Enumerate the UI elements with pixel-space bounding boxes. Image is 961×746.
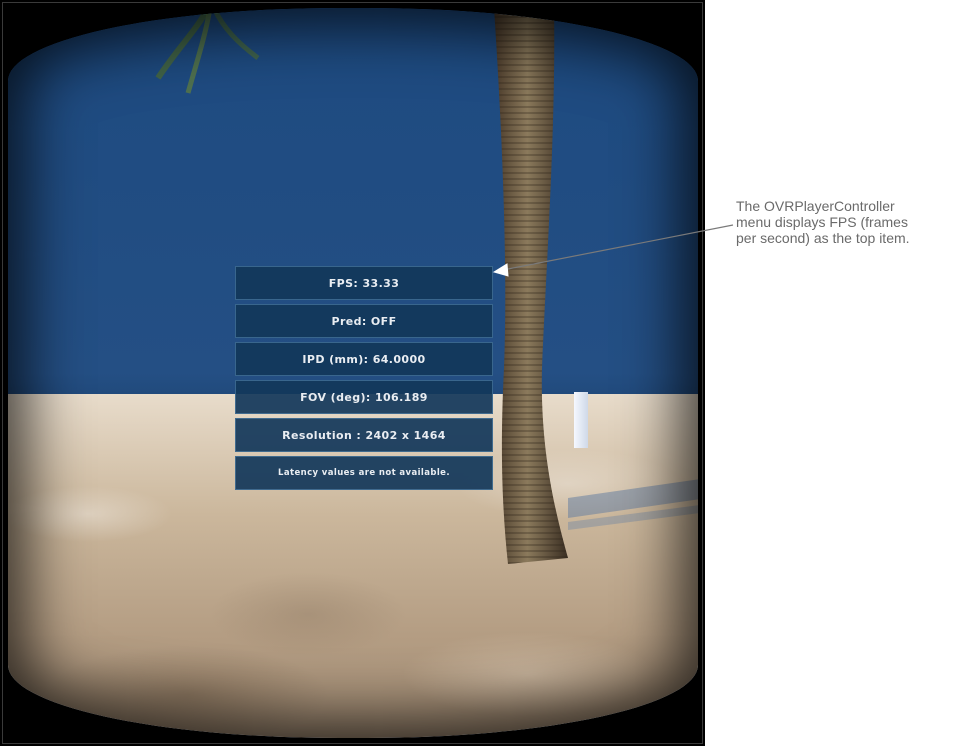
menu-item-ipd: IPD (mm): 64.0000 (235, 342, 493, 376)
annotation-callout-text: The OVRPlayerController menu displays FP… (736, 198, 910, 246)
ovr-player-controller-menu: FPS: 33.33 Pred: OFF IPD (mm): 64.0000 F… (235, 266, 493, 494)
palm-fronds-icon (155, 8, 260, 94)
white-pole (574, 392, 588, 448)
menu-item-fps-label: FPS: 33.33 (328, 276, 400, 290)
menu-item-resolution: Resolution : 2402 x 1464 (235, 418, 493, 452)
menu-item-resolution-label: Resolution : 2402 x 1464 (282, 428, 446, 442)
menu-item-fov: FOV (deg): 106.189 (235, 380, 493, 414)
menu-item-latency-label: Latency values are not available. (278, 468, 450, 478)
menu-item-ipd-label: IPD (mm): 64.0000 (302, 352, 426, 366)
vr-viewport: FPS: 33.33 Pred: OFF IPD (mm): 64.0000 F… (0, 0, 705, 746)
menu-item-pred-label: Pred: OFF (331, 314, 397, 328)
tree-shadow-icon (568, 479, 698, 530)
menu-item-fov-label: FOV (deg): 106.189 (300, 390, 428, 404)
menu-item-fps: FPS: 33.33 (235, 266, 493, 300)
vr-lens-view: FPS: 33.33 Pred: OFF IPD (mm): 64.0000 F… (8, 8, 698, 738)
menu-item-latency: Latency values are not available. (235, 456, 493, 490)
menu-item-pred: Pred: OFF (235, 304, 493, 338)
